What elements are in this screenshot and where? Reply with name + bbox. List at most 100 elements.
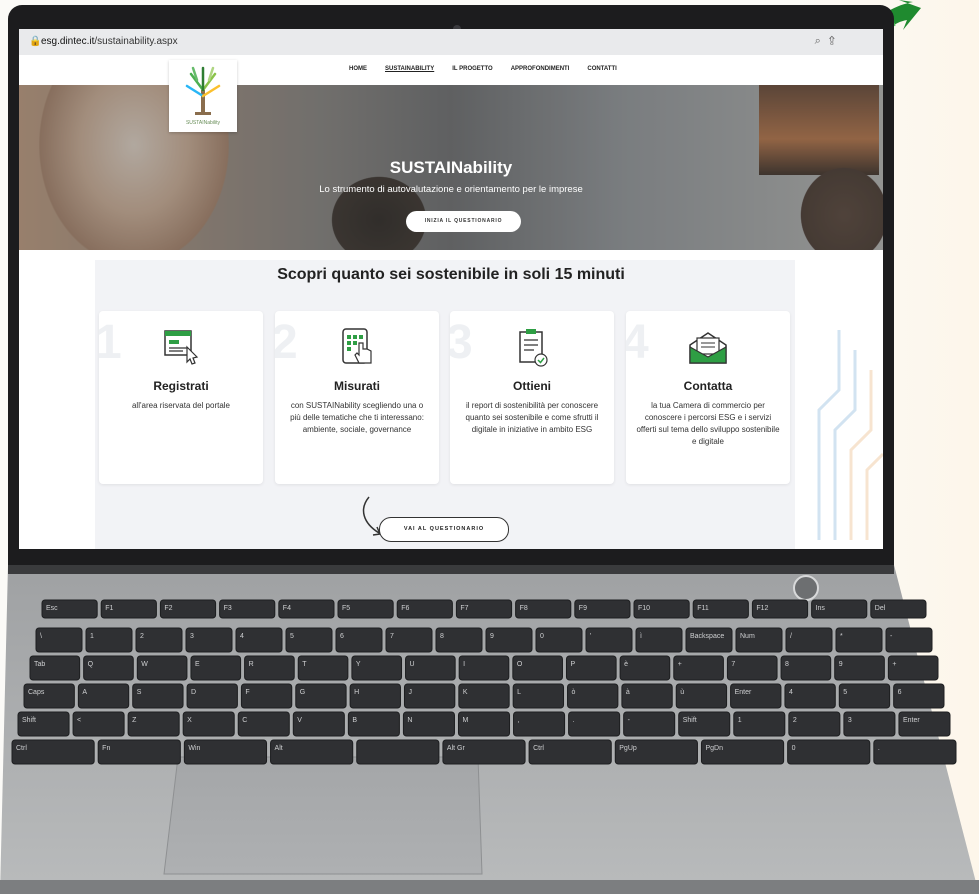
nav-item[interactable]: APPROFONDIMENTI — [511, 66, 570, 72]
key[interactable] — [405, 655, 456, 681]
key[interactable] — [568, 711, 621, 737]
key[interactable] — [240, 683, 293, 709]
key[interactable] — [512, 655, 563, 681]
key-label: U — [410, 661, 415, 668]
key[interactable] — [182, 711, 235, 737]
key[interactable] — [349, 683, 401, 709]
key[interactable] — [635, 627, 683, 653]
key[interactable] — [183, 739, 268, 765]
nav-item[interactable]: CONTATTI — [587, 66, 616, 72]
key[interactable] — [873, 739, 957, 765]
start-questionnaire-button[interactable]: INIZIA IL QUESTIONARIO — [406, 211, 521, 232]
key[interactable] — [403, 683, 456, 709]
key[interactable] — [132, 683, 184, 709]
key[interactable] — [235, 627, 283, 653]
key[interactable] — [135, 627, 183, 653]
key[interactable] — [535, 627, 583, 653]
key[interactable] — [292, 711, 345, 737]
key[interactable] — [834, 655, 885, 681]
key[interactable] — [887, 655, 939, 681]
key[interactable] — [788, 711, 841, 737]
key[interactable] — [898, 711, 951, 737]
go-to-questionnaire-button[interactable]: VAI AL QUESTIONARIO — [379, 517, 509, 542]
step-card-measure[interactable]: 2 Misurati con SUSTAINability scegliendo… — [275, 311, 439, 484]
key[interactable] — [11, 739, 95, 765]
step-card-contact[interactable]: 4 Contatta la tua Camera di commercio pe… — [626, 311, 790, 484]
key[interactable] — [29, 655, 81, 681]
key[interactable] — [435, 627, 483, 653]
key[interactable] — [458, 683, 510, 709]
key[interactable] — [356, 739, 440, 765]
key[interactable] — [726, 655, 778, 681]
key[interactable] — [295, 683, 347, 709]
key[interactable] — [186, 683, 238, 709]
site-logo[interactable]: SUSTAINability — [169, 60, 237, 132]
key[interactable] — [730, 683, 782, 709]
key[interactable] — [565, 655, 617, 681]
key[interactable] — [614, 739, 698, 765]
key[interactable] — [673, 655, 724, 681]
key[interactable] — [402, 711, 455, 737]
key[interactable] — [784, 683, 836, 709]
lock-icon: 🔒 — [29, 36, 42, 47]
key[interactable] — [347, 711, 400, 737]
zoom-icon[interactable]: ⌕ — [815, 35, 829, 47]
key[interactable] — [457, 711, 511, 737]
key[interactable] — [72, 711, 125, 737]
key[interactable] — [675, 683, 728, 709]
key[interactable] — [685, 627, 733, 653]
key[interactable] — [621, 683, 673, 709]
key[interactable] — [136, 655, 188, 681]
key[interactable] — [458, 655, 510, 681]
key[interactable] — [485, 627, 533, 653]
key[interactable] — [787, 739, 871, 765]
nav-item[interactable]: HOME — [349, 66, 367, 72]
key[interactable] — [513, 711, 566, 737]
key[interactable] — [23, 683, 75, 709]
key[interactable] — [735, 627, 783, 653]
key[interactable] — [678, 711, 731, 737]
key[interactable] — [442, 739, 526, 765]
key[interactable] — [512, 683, 565, 709]
key[interactable] — [385, 627, 433, 653]
key[interactable] — [835, 627, 883, 653]
key[interactable] — [733, 711, 786, 737]
key[interactable] — [35, 627, 83, 653]
key[interactable] — [700, 739, 785, 765]
key[interactable] — [567, 683, 619, 709]
key[interactable] — [77, 683, 130, 709]
nav-item[interactable]: IL PROGETTO — [452, 66, 492, 72]
key[interactable] — [237, 711, 290, 737]
share-icon[interactable]: ⇪ — [829, 35, 843, 47]
key[interactable] — [97, 739, 181, 765]
key[interactable] — [785, 627, 833, 653]
key[interactable] — [893, 683, 945, 709]
address-bar[interactable]: 🔒 esg.dintec.it/sustainability.aspx ⌕⇪ — [19, 29, 883, 56]
key[interactable] — [838, 683, 891, 709]
nav-item[interactable]: SUSTAINABILITY — [385, 66, 434, 72]
key[interactable] — [619, 655, 671, 681]
key[interactable] — [585, 627, 633, 653]
key[interactable] — [528, 739, 612, 765]
step-card-obtain[interactable]: 3 Ottieni il report di sostenibilità per… — [450, 311, 614, 484]
key[interactable] — [885, 627, 933, 653]
key[interactable] — [351, 655, 403, 681]
key[interactable] — [780, 655, 832, 681]
step-card-register[interactable]: 1 Registrati all'area riservata del port… — [99, 311, 263, 484]
key[interactable] — [185, 627, 233, 653]
url-text[interactable]: esg.dintec.it/sustainability.aspx — [41, 36, 178, 47]
key[interactable] — [843, 711, 896, 737]
key[interactable] — [83, 655, 134, 681]
key[interactable] — [335, 627, 383, 653]
key[interactable] — [297, 655, 349, 681]
key[interactable] — [623, 711, 676, 737]
key[interactable] — [190, 655, 242, 681]
key[interactable] — [17, 711, 70, 737]
key[interactable] — [270, 739, 354, 765]
key[interactable] — [285, 627, 333, 653]
key-label: 3 — [848, 717, 852, 724]
key[interactable] — [127, 711, 180, 737]
key-label: Alt Gr — [447, 745, 466, 752]
key[interactable] — [85, 627, 133, 653]
key[interactable] — [244, 655, 295, 681]
